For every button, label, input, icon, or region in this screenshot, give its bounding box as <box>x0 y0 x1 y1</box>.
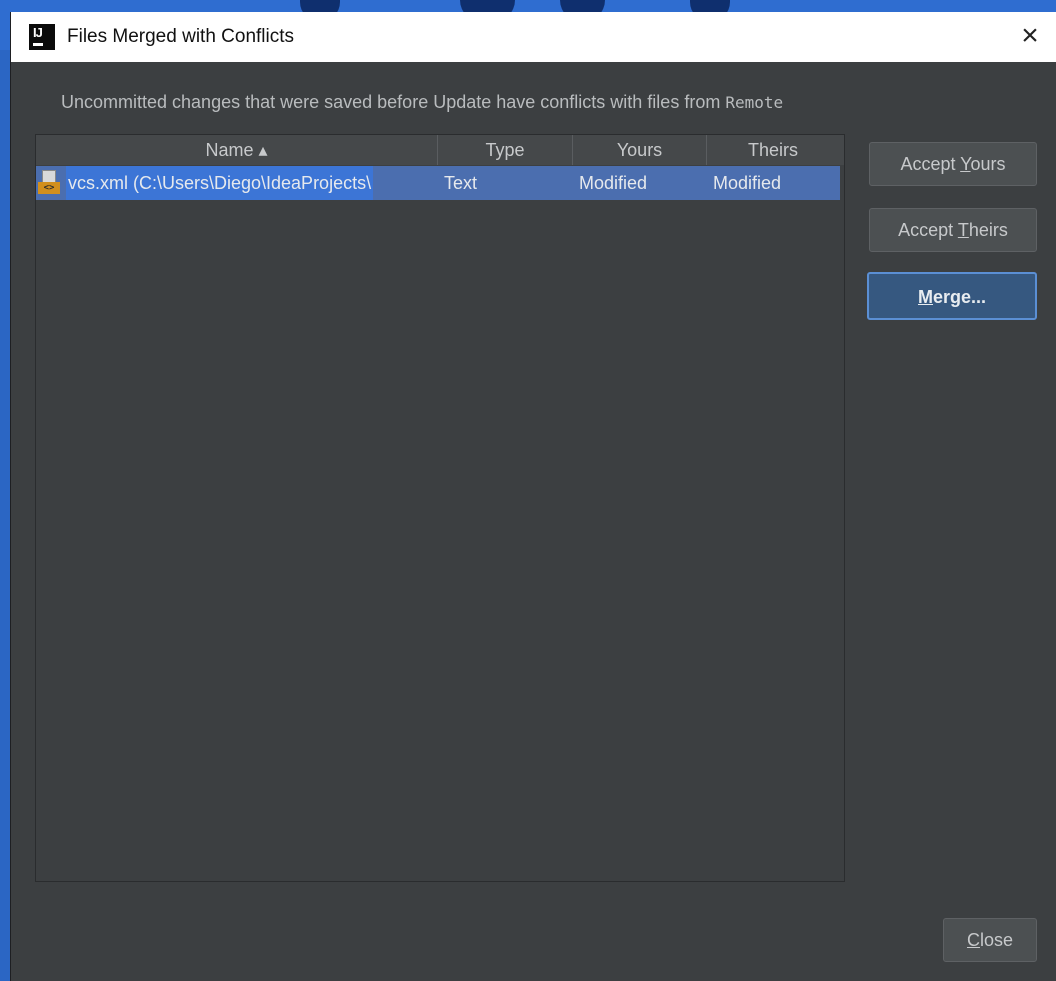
table-header: Name ▴ Type Yours Theirs <box>36 135 844 165</box>
close-button[interactable]: Close <box>943 918 1037 962</box>
accept-yours-button[interactable]: Accept Yours <box>869 142 1037 186</box>
intellij-icon: IJ <box>29 24 55 50</box>
merge-label-post: erge... <box>932 287 987 307</box>
accept-theirs-mnemonic: T <box>957 220 969 240</box>
cell-yours: Modified <box>579 173 648 193</box>
conflicts-table: Name ▴ Type Yours Theirs <> vcs.xml (C:\… <box>35 134 845 882</box>
dialog-titlebar: IJ Files Merged with Conflicts × <box>11 12 1056 62</box>
accept-theirs-label-pre: Accept <box>898 220 958 240</box>
cell-type: Text <box>444 173 478 193</box>
close-label-post: lose <box>979 930 1014 950</box>
accept-yours-mnemonic: Y <box>960 154 971 174</box>
table-row[interactable]: <> vcs.xml (C:\Users\Diego\IdeaProjects\… <box>36 166 840 200</box>
xml-file-icon: <> <box>38 170 62 196</box>
conflicts-dialog: IJ Files Merged with Conflicts × Uncommi… <box>10 12 1056 981</box>
accept-yours-label-post: ours <box>970 154 1006 174</box>
close-mnemonic: C <box>966 930 980 950</box>
accept-theirs-button[interactable]: Accept Theirs <box>869 208 1037 252</box>
accept-yours-label-pre: Accept <box>900 154 961 174</box>
dialog-title: Files Merged with Conflicts <box>67 26 295 47</box>
remote-branch-name: Remote <box>725 93 784 112</box>
merge-button[interactable]: Merge... <box>867 272 1037 320</box>
conflict-message: Uncommitted changes that were saved befo… <box>61 92 783 113</box>
column-header-name[interactable]: Name ▴ <box>36 135 438 165</box>
cell-name: <> vcs.xml (C:\Users\Diego\IdeaProjects\ <box>36 166 438 200</box>
column-header-type[interactable]: Type <box>438 135 573 165</box>
close-icon[interactable]: × <box>1011 18 1049 56</box>
column-header-theirs[interactable]: Theirs <box>707 135 839 165</box>
conflict-message-text: Uncommitted changes that were saved befo… <box>61 92 726 112</box>
accept-theirs-label-post: heirs <box>968 220 1008 240</box>
file-name: vcs.xml (C:\Users\Diego\IdeaProjects\ <box>66 166 374 200</box>
column-header-yours[interactable]: Yours <box>573 135 707 165</box>
merge-mnemonic: M <box>917 287 933 307</box>
cell-theirs: Modified <box>713 173 782 193</box>
